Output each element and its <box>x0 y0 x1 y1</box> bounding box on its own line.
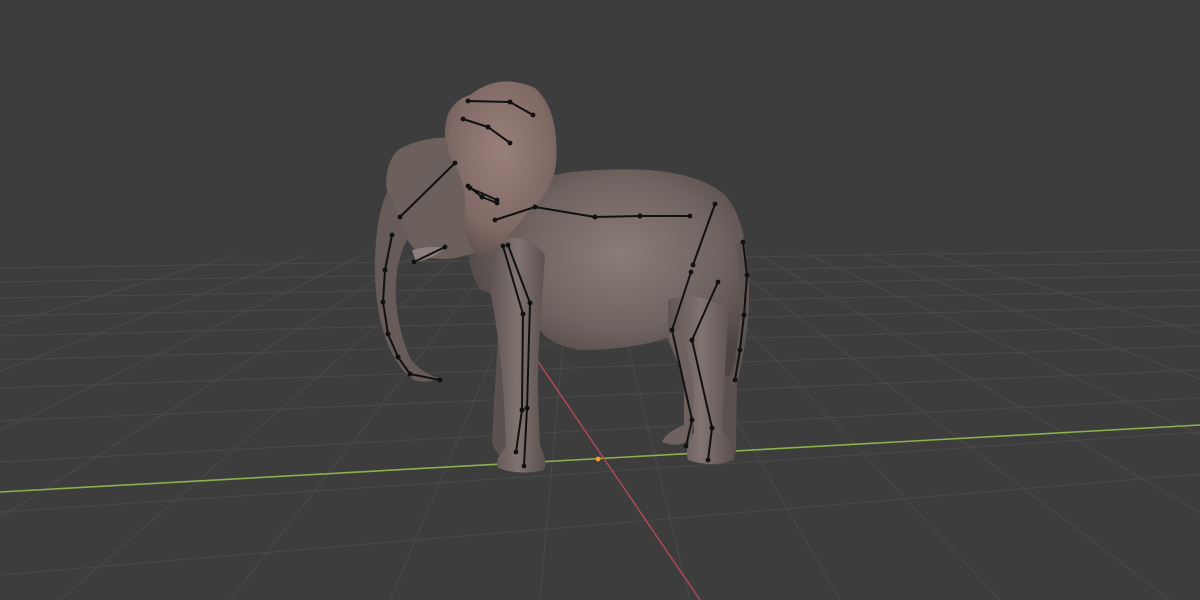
bone-head-joint[interactable] <box>385 331 391 337</box>
bone-tail-joint[interactable] <box>442 244 448 250</box>
bone-tail-joint[interactable] <box>452 160 458 166</box>
bone-tail-joint[interactable] <box>513 449 519 455</box>
grid-column-line <box>229 254 499 600</box>
viewport-scene[interactable] <box>0 0 1200 600</box>
grid-column-line <box>59 254 459 600</box>
bone-tail-joint[interactable] <box>732 377 738 383</box>
bone-tail-joint[interactable] <box>683 443 689 449</box>
bone-head-joint[interactable] <box>637 213 643 219</box>
bone-tail-joint[interactable] <box>507 140 513 146</box>
bone-head-joint[interactable] <box>492 217 498 223</box>
bone-head-joint[interactable] <box>669 327 675 333</box>
grid-row-line <box>0 431 1200 513</box>
grid-column-line <box>759 254 1200 513</box>
bone-head-joint[interactable] <box>689 417 695 423</box>
bone-head-joint[interactable] <box>407 371 413 377</box>
bone-front-leg-far-2[interactable] <box>521 313 524 411</box>
bone-head-joint[interactable] <box>741 312 747 318</box>
bone-head-joint[interactable] <box>465 183 471 189</box>
bone-head-joint[interactable] <box>737 347 743 353</box>
world-origin-marker[interactable] <box>595 456 601 462</box>
bone-head-joint[interactable] <box>382 267 388 273</box>
bone-tail-joint[interactable] <box>494 200 500 206</box>
bone-ear-top-1[interactable] <box>467 100 511 103</box>
3d-viewport[interactable] <box>0 0 1200 600</box>
bone-head-joint[interactable] <box>395 354 401 360</box>
bone-head-joint[interactable] <box>519 407 525 413</box>
bone-tail-joint[interactable] <box>705 457 711 463</box>
bone-head-joint[interactable] <box>688 269 694 275</box>
grid-column-line <box>0 254 364 432</box>
bone-head-joint[interactable] <box>380 299 386 305</box>
bone-tail-joint[interactable] <box>530 112 536 118</box>
bone-head-joint[interactable] <box>740 239 746 245</box>
grid-row-line <box>0 369 1200 422</box>
grid-column-line <box>0 254 415 519</box>
bone-head-joint[interactable] <box>500 243 506 249</box>
bone-tail-joint[interactable] <box>437 377 443 383</box>
bone-head-joint[interactable] <box>527 300 533 306</box>
bone-head-joint[interactable] <box>465 98 471 104</box>
bone-head-joint[interactable] <box>507 99 513 105</box>
grid-column-line <box>0 254 235 327</box>
bone-tail-joint[interactable] <box>687 213 693 219</box>
elephant-model[interactable] <box>374 81 750 473</box>
bone-head-joint[interactable] <box>592 214 598 220</box>
bone-head-joint[interactable] <box>479 194 485 200</box>
bone-tail-joint[interactable] <box>690 262 696 268</box>
grid-column-line <box>717 254 1171 600</box>
bone-head-joint[interactable] <box>712 201 718 207</box>
bone-head-joint[interactable] <box>709 425 715 431</box>
bone-head-joint[interactable] <box>520 311 526 317</box>
bone-head-joint[interactable] <box>411 259 417 265</box>
bone-head-joint[interactable] <box>744 272 750 278</box>
bone-head-joint[interactable] <box>524 405 530 411</box>
bone-head-joint[interactable] <box>689 337 695 343</box>
bone-head-joint[interactable] <box>460 116 466 122</box>
bone-head-joint[interactable] <box>505 242 511 248</box>
bone-tail-joint[interactable] <box>521 463 527 469</box>
bone-head-joint[interactable] <box>389 232 395 238</box>
bone-head-joint[interactable] <box>485 124 491 130</box>
bone-head-joint[interactable] <box>397 214 403 220</box>
bone-spine-3[interactable] <box>594 215 641 218</box>
bone-head-joint[interactable] <box>532 204 538 210</box>
grid-row-line <box>0 473 1200 576</box>
bone-head-joint[interactable] <box>715 279 721 285</box>
